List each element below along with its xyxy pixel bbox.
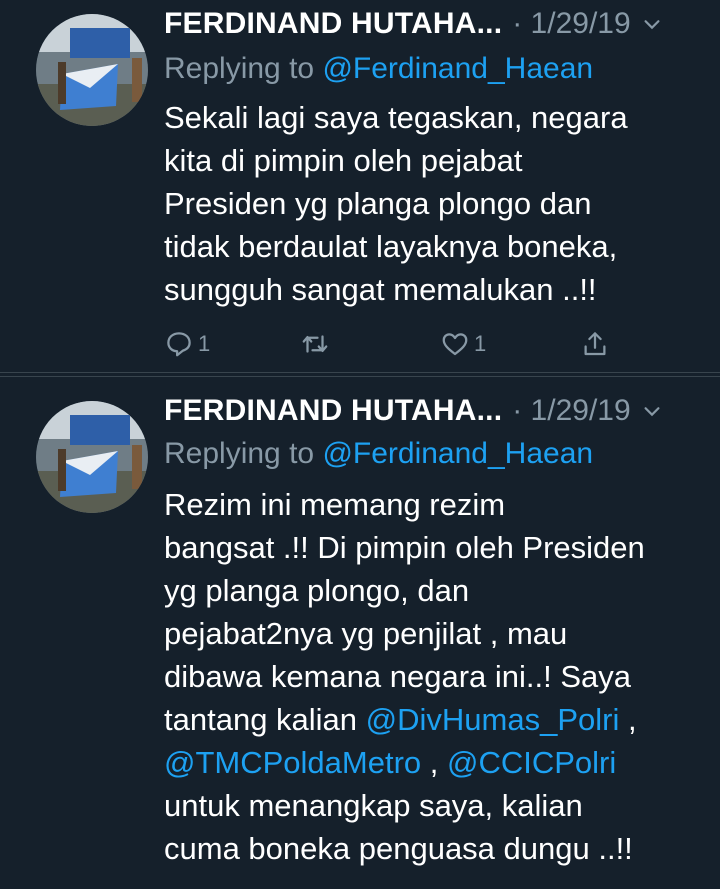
- like-count: 1: [474, 331, 487, 356]
- tweet[interactable]: FERDINAND HUTAHA... · 1/29/19 Replying t…: [0, 376, 720, 889]
- replying-prefix: Replying to: [164, 437, 315, 470]
- tweet[interactable]: FERDINAND HUTAHA... · 1/29/19 Replying t…: [0, 0, 720, 373]
- replying-to: Replying to @Ferdinand_Haean: [164, 437, 593, 471]
- mention-link[interactable]: @DivHumas_Polri: [366, 702, 620, 737]
- tweet-date[interactable]: · 1/29/19: [512, 7, 630, 41]
- retweet-button[interactable]: [300, 329, 440, 359]
- tweet-text-line: tantang kalian @DivHumas_Polri ,: [164, 698, 704, 741]
- avatar-photo: [36, 14, 148, 126]
- tweet-text-line: Presiden yg planga plongo dan: [164, 186, 592, 221]
- author-name[interactable]: FERDINAND HUTAHA...: [164, 7, 502, 41]
- mention-link[interactable]: @TMCPoldaMetro: [164, 745, 421, 780]
- replying-to: Replying to @Ferdinand_Haean: [164, 52, 593, 86]
- replying-handle[interactable]: @Ferdinand_Haean: [322, 52, 593, 85]
- tweet-text-segment: ,: [421, 745, 447, 780]
- author-name[interactable]: FERDINAND HUTAHA...: [164, 394, 502, 428]
- tweet-text-line: pejabat2nya yg penjilat , mau: [164, 616, 568, 651]
- tweet-text-line: sungguh sangat memalukan ..!!: [164, 272, 597, 307]
- tweet-text-line: untuk menangkap saya, kalian: [164, 788, 583, 823]
- reply-count: 1: [198, 331, 211, 356]
- chevron-down-icon[interactable]: [641, 13, 663, 35]
- tweet-text-line: bangsat .!! Di pimpin oleh Presiden: [164, 530, 645, 565]
- tweet-text-line: cuma boneka penguasa dungu ..!!: [164, 831, 633, 866]
- like-icon: [442, 333, 468, 356]
- tweet-text-line: kita di pimpin oleh pejabat: [164, 143, 523, 178]
- tweet-text-line: dibawa kemana negara ini..! Saya: [164, 659, 632, 694]
- tweet-header: FERDINAND HUTAHA... · 1/29/19: [164, 391, 700, 431]
- tweet-text-line: Sekali lagi saya tegaskan, negara: [164, 100, 628, 135]
- tweet-text-line: yg planga plongo, dan: [164, 573, 470, 608]
- tweet-text-segment: tantang kalian: [164, 702, 366, 737]
- mention-link[interactable]: @CCICPolri: [447, 745, 616, 780]
- share-icon: [584, 332, 606, 356]
- tweet-actions: 1 1: [164, 324, 624, 364]
- reply-icon: [167, 332, 191, 357]
- share-button[interactable]: [580, 329, 610, 359]
- avatar[interactable]: [36, 14, 148, 126]
- tweet-text-line: Rezim ini memang rezim: [164, 487, 506, 522]
- tweet-text-line: @TMCPoldaMetro , @CCICPolri: [164, 741, 704, 784]
- avatar-photo: [36, 401, 148, 513]
- tweet-text-segment: ,: [619, 702, 637, 737]
- reply-button[interactable]: 1: [164, 329, 300, 359]
- tweet-header: FERDINAND HUTAHA... · 1/29/19: [164, 4, 700, 44]
- replying-prefix: Replying to: [164, 52, 315, 85]
- tweet-text: Rezim ini memang rezim bangsat .!! Di pi…: [164, 483, 704, 870]
- avatar[interactable]: [36, 401, 148, 513]
- retweet-icon: [302, 335, 328, 353]
- tweet-date[interactable]: · 1/29/19: [512, 394, 630, 428]
- tweet-text: Sekali lagi saya tegaskan, negara kita d…: [164, 96, 704, 311]
- tweet-text-line: tidak berdaulat layaknya boneka,: [164, 229, 618, 264]
- chevron-down-icon[interactable]: [641, 400, 663, 422]
- replying-handle[interactable]: @Ferdinand_Haean: [322, 437, 593, 470]
- like-button[interactable]: 1: [440, 329, 580, 359]
